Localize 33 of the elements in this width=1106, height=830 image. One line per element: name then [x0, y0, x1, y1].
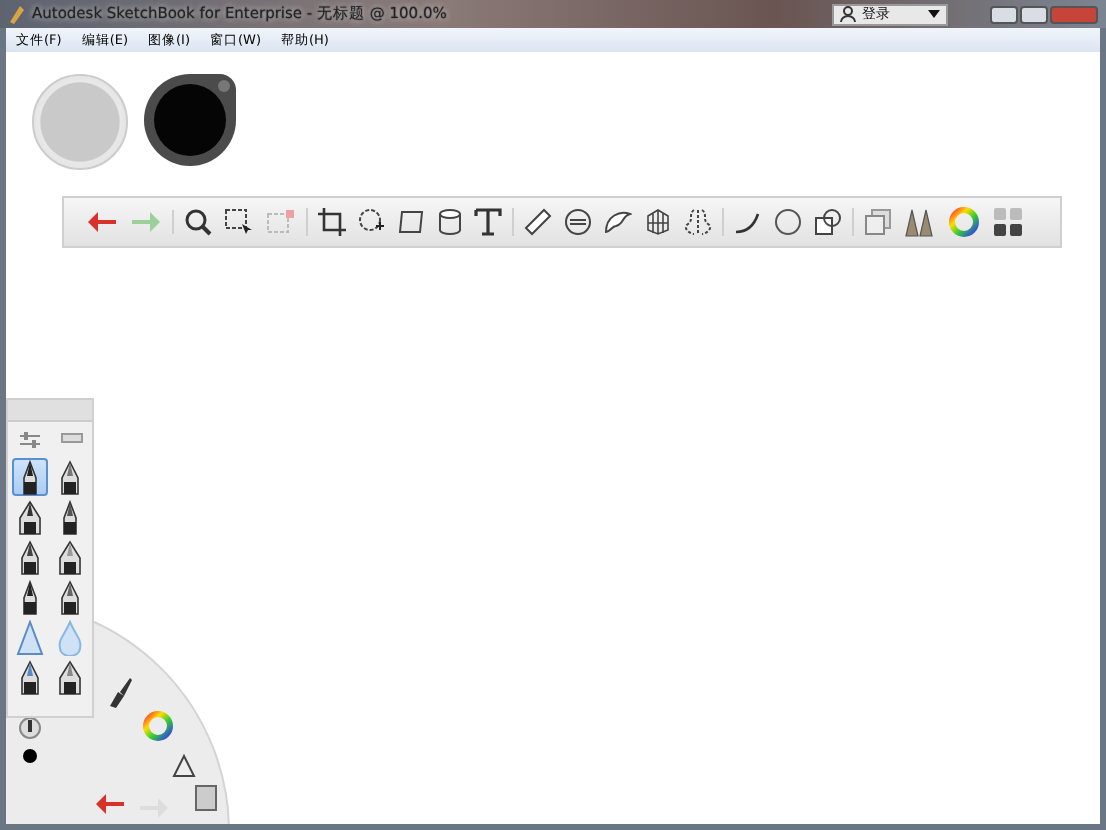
- undo-arrow-icon[interactable]: [86, 210, 118, 234]
- rectangle-select-icon[interactable]: [224, 208, 254, 236]
- brush-library-icon[interactable]: [904, 206, 936, 238]
- dropdown-caret-icon: [928, 10, 940, 18]
- ellipse-guide-icon[interactable]: [564, 208, 592, 236]
- color-swatches-icon[interactable]: [992, 206, 1024, 238]
- text-tool-icon[interactable]: [474, 208, 502, 236]
- distort-icon[interactable]: [398, 208, 426, 236]
- curve-stroke-icon[interactable]: [734, 208, 762, 236]
- crop-icon[interactable]: [318, 208, 346, 236]
- symmetry-icon[interactable]: [684, 208, 712, 236]
- app-logo-icon: [8, 4, 26, 24]
- french-curve-icon[interactable]: [604, 208, 632, 236]
- brush-button[interactable]: [12, 458, 48, 496]
- maximize-button[interactable]: [1020, 5, 1048, 23]
- sliders-icon[interactable]: [17, 430, 41, 450]
- pen-icon[interactable]: [106, 676, 134, 708]
- minimize-button[interactable]: [990, 5, 1018, 23]
- perspective-grid-icon[interactable]: [644, 208, 672, 236]
- user-icon: [840, 6, 856, 22]
- color-dot-icon[interactable]: [22, 748, 38, 764]
- color-puck[interactable]: [144, 74, 236, 166]
- undo-arrow-icon[interactable]: [94, 792, 126, 816]
- search-icon[interactable]: [184, 208, 212, 236]
- ruler-icon[interactable]: [524, 208, 552, 236]
- drawing-canvas[interactable]: [0, 52, 1106, 830]
- cylinder-icon[interactable]: [438, 208, 462, 236]
- layers-icon[interactable]: [864, 208, 892, 236]
- shapes-icon[interactable]: [814, 208, 842, 236]
- circle-tool-icon[interactable]: [774, 208, 802, 236]
- color-wheel-icon[interactable]: [142, 710, 174, 742]
- lasso-icon[interactable]: [358, 208, 386, 236]
- color-wheel-icon[interactable]: [948, 206, 980, 238]
